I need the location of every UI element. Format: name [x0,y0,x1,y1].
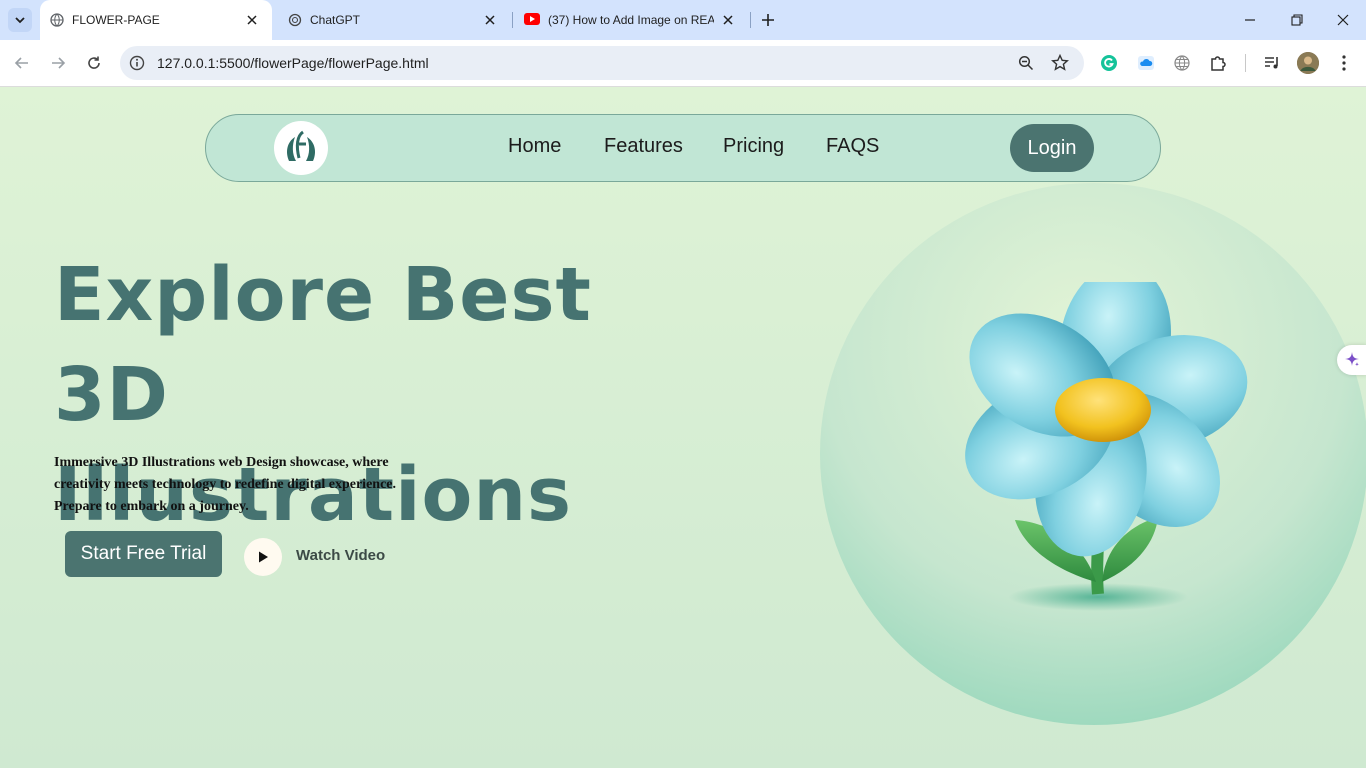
close-icon [485,15,495,25]
nav-features[interactable]: Features [604,135,683,158]
tab-search-button[interactable] [8,8,32,32]
tab-youtube[interactable]: (37) How to Add Image on REA [516,0,748,40]
hero-title-line1: Explore Best 3D [54,252,592,438]
site-info-icon[interactable] [129,55,145,71]
back-button[interactable] [11,52,33,74]
play-icon [259,551,268,563]
close-tab-button[interactable] [244,12,260,28]
close-icon [723,15,733,25]
tab-separator [750,12,751,28]
sparkle-icon [1345,352,1359,367]
restore-button[interactable] [1287,10,1307,30]
nav-faqs[interactable]: FAQS [826,135,879,158]
ai-assistant-button[interactable] [1337,345,1366,375]
nav-home[interactable]: Home [508,135,561,158]
globe-icon [1174,55,1190,71]
login-button[interactable]: Login [1010,124,1094,172]
extensions-button[interactable] [1207,52,1229,74]
new-tab-button[interactable] [758,10,778,30]
reload-icon [88,56,100,69]
chevron-down-icon [15,17,25,24]
play-video-button[interactable] [244,538,282,576]
site-navbar: Home Features Pricing FAQS Login [205,114,1161,182]
toolbar-separator [1245,54,1246,72]
restore-icon [1291,14,1303,26]
address-bar[interactable]: 127.0.0.1:5500/flowerPage/flowerPage.htm… [120,46,1084,80]
puzzle-icon [1211,56,1226,71]
arrow-left-icon [14,57,28,69]
avatar-icon [1297,52,1319,74]
hero-subtitle: Immersive 3D Illustrations web Design sh… [54,455,396,514]
cloud-icon [1138,56,1154,70]
reload-button[interactable] [83,52,105,74]
tab-title: (37) How to Add Image on REA [548,13,714,27]
close-tab-button[interactable] [482,12,498,28]
cloud-extension[interactable] [1135,52,1157,74]
zoom-icon[interactable] [1018,55,1034,71]
plus-icon [762,14,774,26]
nav-pricing[interactable]: Pricing [723,135,784,158]
forward-button[interactable] [47,52,69,74]
minimize-icon [1245,19,1255,21]
bookmark-star-icon[interactable] [1051,54,1069,72]
tab-title: ChatGPT [310,13,361,27]
tab-strip: FLOWER-PAGE ChatGPT (37) How to Add Imag… [0,0,1366,40]
chatgpt-icon [288,13,302,27]
globe-extension[interactable] [1171,52,1193,74]
close-tab-button[interactable] [720,12,736,28]
grammarly-icon [1101,55,1117,71]
youtube-icon [524,13,540,25]
watch-video-link[interactable]: Watch Video [296,547,385,564]
page-content: Home Features Pricing FAQS Login Explore… [0,87,1366,768]
globe-icon [50,13,64,27]
close-window-button[interactable] [1333,10,1353,30]
more-vertical-icon [1342,55,1346,71]
minimize-button[interactable] [1240,10,1260,30]
site-logo[interactable] [274,121,328,175]
close-icon [1337,14,1349,26]
media-control-button[interactable] [1261,52,1283,74]
tab-title: FLOWER-PAGE [72,13,160,27]
flower-illustration [965,282,1248,611]
menu-button[interactable] [1333,52,1355,74]
start-free-trial-button[interactable]: Start Free Trial [65,531,222,577]
close-icon [247,15,257,25]
tab-separator [512,12,513,28]
arrow-right-icon [52,57,66,69]
browser-toolbar: 127.0.0.1:5500/flowerPage/flowerPage.htm… [0,40,1366,87]
tab-chatgpt[interactable]: ChatGPT [278,0,510,40]
media-queue-icon [1265,57,1278,69]
tab-flower-page[interactable]: FLOWER-PAGE [40,0,272,40]
logo-icon [287,130,315,161]
profile-avatar[interactable] [1297,52,1319,74]
grammarly-extension[interactable] [1098,52,1120,74]
url-text[interactable]: 127.0.0.1:5500/flowerPage/flowerPage.htm… [157,55,429,71]
